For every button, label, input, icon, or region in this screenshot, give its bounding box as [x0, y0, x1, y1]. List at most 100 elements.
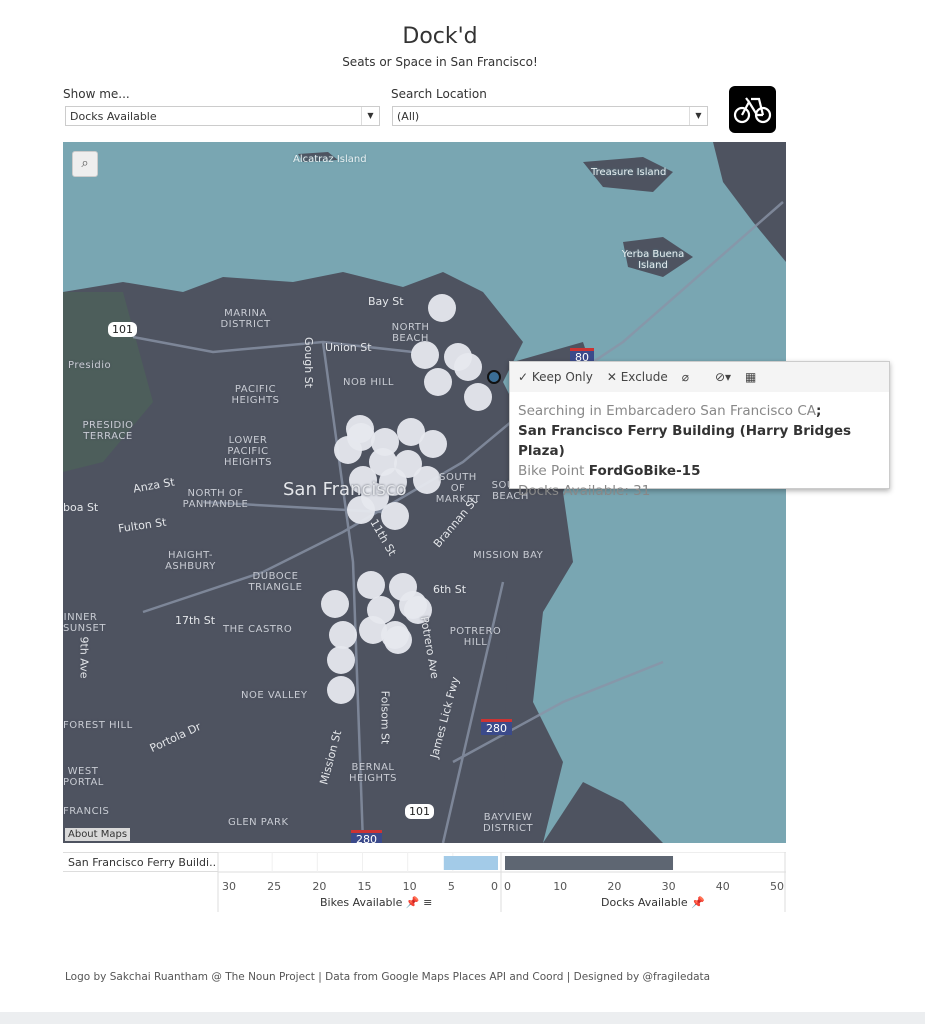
station-marker[interactable] [327, 646, 355, 674]
map-label: Yerba Buena Island [621, 249, 685, 271]
bike-point-value: FordGoBike-15 [588, 463, 701, 479]
map-label: INNER SUNSET [63, 612, 106, 634]
selected-station-marker[interactable] [487, 370, 501, 384]
axis-tick-label: 15 [357, 880, 372, 893]
station-marker[interactable] [464, 383, 492, 411]
axis-tick-label: 10 [553, 880, 568, 893]
station-marker[interactable] [347, 496, 375, 524]
map-label: NORTH BEACH [391, 322, 430, 344]
bike-point-label: Bike Point [518, 463, 585, 479]
footer-credits: Logo by Sakchai Ruantham @ The Noun Proj… [65, 971, 711, 983]
station-marker[interactable] [321, 590, 349, 618]
station-marker[interactable] [428, 294, 456, 322]
map-label: BAYVIEW DISTRICT [482, 812, 534, 834]
station-marker[interactable] [384, 626, 412, 654]
paperclip-icon[interactable]: ⌀ [682, 370, 689, 384]
semicolon: ; [816, 403, 822, 419]
map-label: BERNAL HEIGHTS [348, 762, 397, 784]
show-me-label: Show me... [63, 87, 130, 101]
map-label: NORTH OF PANHANDLE [182, 488, 249, 510]
station-marker[interactable] [454, 353, 482, 381]
map-label: PACIFIC HEIGHTS [231, 384, 280, 406]
street-label: Folsom St [378, 690, 392, 745]
bikes-axis-title: Bikes Available 📌 ≡ [320, 896, 432, 909]
search-icon: ⌕ [81, 156, 89, 171]
station-marker[interactable] [411, 341, 439, 369]
street-label: 9th Ave [77, 636, 91, 679]
station-marker[interactable] [357, 571, 385, 599]
map-label: FOREST HILL [63, 720, 133, 731]
axis-tick-label: 30 [661, 880, 676, 893]
highway-shield: 280 [481, 719, 512, 735]
street-label: 17th St [175, 614, 216, 627]
map-label: GLEN PARK [228, 817, 289, 828]
show-me-dropdown[interactable]: Docks Available ▼ [65, 106, 380, 126]
map-label: Presidio [68, 360, 112, 371]
highway-shield: 280 [351, 830, 382, 843]
view-data-icon[interactable]: ▦ [745, 370, 756, 384]
street-label: Union St [325, 341, 372, 354]
keep-only-button[interactable]: ✓ Keep Only [518, 370, 593, 384]
check-icon: ✓ [518, 370, 532, 384]
search-location-value: (All) [397, 110, 420, 123]
docks-available-bar[interactable] [505, 856, 674, 870]
axis-tick-label: 5 [447, 880, 455, 893]
map-label: PRESIDIO TERRACE [82, 420, 134, 442]
map-label: LOWER PACIFIC HEIGHTS [223, 435, 272, 468]
chevron-down-icon: ▼ [361, 107, 379, 125]
keep-only-label: Keep Only [531, 370, 593, 384]
bike-logo-icon [729, 86, 776, 133]
station-marker[interactable] [381, 502, 409, 530]
chevron-down-icon: ▼ [689, 107, 707, 125]
page-title: Dock'd [402, 24, 478, 49]
bar-chart: San Francisco Ferry Buildi.. 30 25 20 15 10 5… [63, 852, 786, 912]
docks-axis-title: Docks Available 📌 [601, 896, 705, 909]
bikes-axis-label: Bikes Available [320, 896, 403, 909]
axis-tick-label: 20 [607, 880, 622, 893]
street-label: boa St [63, 501, 99, 514]
axis-tick-label: 30 [222, 880, 236, 893]
map-label: WEST PORTAL [63, 766, 104, 788]
highway-shield: 101 [405, 804, 434, 819]
station-marker[interactable] [329, 621, 357, 649]
map-search-button[interactable]: ⌕ [72, 151, 98, 177]
station-marker[interactable] [346, 415, 374, 443]
search-location-dropdown[interactable]: (All) ▼ [392, 106, 708, 126]
station-marker[interactable] [419, 430, 447, 458]
search-location-label: Search Location [391, 87, 487, 101]
bikes-available-bar[interactable] [443, 856, 498, 870]
map-label: POTRERO HILL [449, 626, 502, 648]
axis-tick-label: 40 [715, 880, 730, 893]
pin-icon[interactable]: 📌 [406, 896, 420, 909]
exclude-label: Exclude [620, 370, 668, 384]
about-maps-link[interactable]: About Maps [65, 828, 131, 841]
axis-tick-label: 25 [267, 880, 282, 893]
group-members-icon[interactable]: ⊘▾ [715, 370, 731, 384]
exclude-button[interactable]: ✕ Exclude [607, 370, 668, 384]
street-label: Gough St [301, 337, 315, 388]
bottom-bar [0, 1012, 925, 1024]
map-label: San Francisco [283, 479, 407, 500]
tooltip: ✓ Keep Only ✕ Exclude ⌀ ⊘▾ ▦ Searching i… [509, 361, 890, 499]
sort-icon[interactable]: ≡ [423, 896, 432, 909]
docks-available-text: Docks Available: 31 [518, 483, 651, 499]
map-label: FRANCIS [63, 806, 110, 817]
show-me-value: Docks Available [70, 110, 157, 123]
axis-tick-label: 10 [402, 880, 417, 893]
pin-icon[interactable]: 📌 [691, 896, 705, 909]
page-subtitle: Seats or Space in San Francisco! [342, 55, 538, 69]
axis-tick-label: 0 [504, 880, 511, 893]
map-label: NOE VALLEY [241, 690, 308, 701]
station-marker[interactable] [327, 676, 355, 704]
axis-tick-label: 0 [491, 880, 498, 893]
searching-text: Searching in Embarcadero San Francisco C… [518, 403, 816, 419]
tooltip-toolbar: ✓ Keep Only ✕ Exclude ⌀ ⊘▾ ▦ [510, 362, 889, 392]
map-label: NOB HILL [343, 377, 395, 388]
map-label: MARINA DISTRICT [220, 308, 271, 330]
map-label: Treasure Island [591, 167, 667, 178]
highway-shield: 101 [108, 322, 137, 337]
station-marker[interactable] [424, 368, 452, 396]
axis-tick-label: 50 [770, 880, 784, 893]
map-label: HAIGHT-ASHBURY [165, 550, 216, 572]
docks-axis-label: Docks Available [601, 896, 688, 909]
